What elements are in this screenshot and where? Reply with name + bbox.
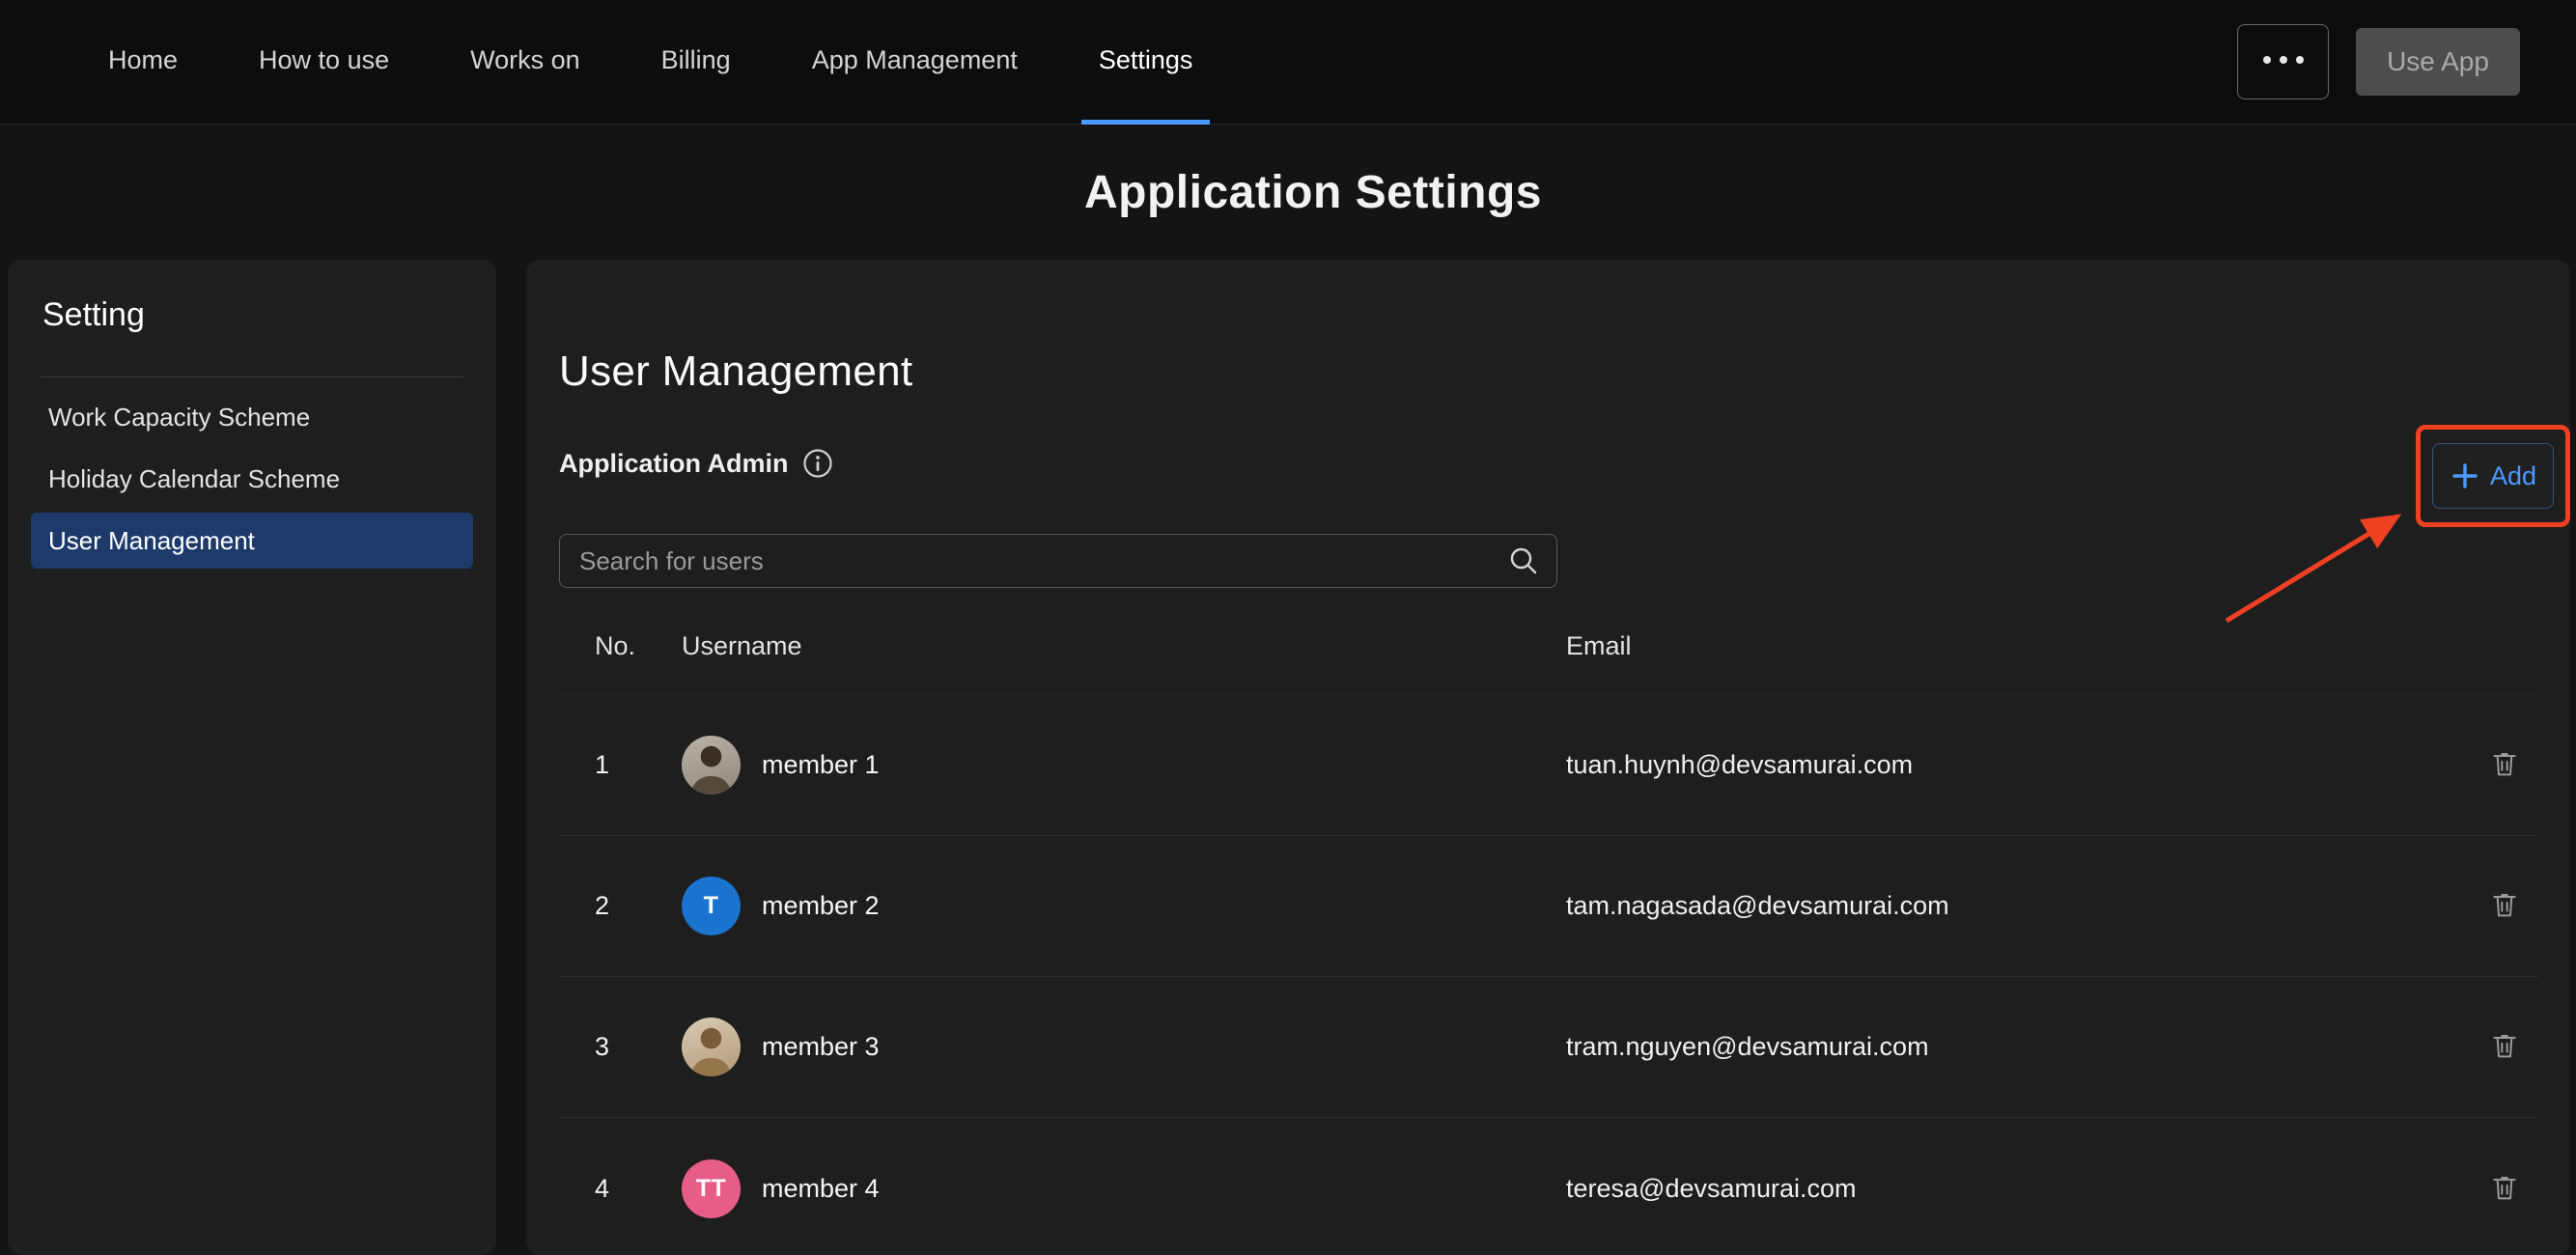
column-header-no: No. bbox=[559, 631, 682, 661]
info-icon[interactable] bbox=[802, 448, 833, 479]
sidebar-divider bbox=[41, 376, 463, 377]
sidebar-item-work-capacity-scheme[interactable]: Work Capacity Scheme bbox=[31, 389, 473, 445]
username: member 3 bbox=[762, 1032, 880, 1062]
nav-item-billing[interactable]: Billing bbox=[644, 0, 748, 125]
avatar: T bbox=[682, 877, 741, 935]
row-number: 2 bbox=[559, 891, 682, 921]
nav-item-home[interactable]: Home bbox=[91, 0, 195, 125]
column-header-email: Email bbox=[1566, 631, 2472, 661]
delete-user-button[interactable] bbox=[2483, 883, 2526, 929]
avatar: TT bbox=[682, 1159, 741, 1218]
plus-icon bbox=[2450, 460, 2480, 491]
table-header-row: No. Username Email bbox=[559, 599, 2537, 695]
delete-user-button[interactable] bbox=[2483, 1166, 2526, 1212]
avatar bbox=[682, 736, 741, 795]
email: tram.nguyen@devsamurai.com bbox=[1566, 1032, 2472, 1062]
nav-item-settings[interactable]: Settings bbox=[1081, 0, 1211, 125]
row-number: 4 bbox=[559, 1174, 682, 1204]
user-management-panel: User Management Application Admin Add bbox=[526, 260, 2570, 1255]
table-row: 2 T member 2 tam.nagasada@devsamurai.com bbox=[559, 836, 2537, 977]
sidebar-item-user-management[interactable]: User Management bbox=[31, 513, 473, 569]
table-row: 4 TT member 4 teresa@devsamurai.com bbox=[559, 1118, 2537, 1255]
add-button[interactable]: Add bbox=[2432, 443, 2554, 509]
nav-item-how-to-use[interactable]: How to use bbox=[241, 0, 406, 125]
nav-right-actions: Use App bbox=[2237, 0, 2576, 124]
section-label-application-admin: Application Admin bbox=[559, 449, 789, 479]
email: tam.nagasada@devsamurai.com bbox=[1566, 891, 2472, 921]
nav-item-works-on[interactable]: Works on bbox=[453, 0, 598, 125]
table-row: 1 member 1 tuan.huynh@devsamurai.com bbox=[559, 695, 2537, 836]
column-header-username: Username bbox=[682, 631, 1566, 661]
admin-users-table: No. Username Email 1 member 1 tuan.huynh… bbox=[559, 599, 2537, 1255]
avatar bbox=[682, 1018, 741, 1076]
more-options-button[interactable] bbox=[2237, 24, 2329, 99]
top-navigation: Home How to use Works on Billing App Man… bbox=[0, 0, 2576, 125]
use-app-button[interactable]: Use App bbox=[2356, 28, 2520, 96]
username: member 2 bbox=[762, 891, 880, 921]
settings-sidebar: Setting Work Capacity Scheme Holiday Cal… bbox=[8, 260, 496, 1255]
row-number: 1 bbox=[559, 750, 682, 780]
ellipsis-icon bbox=[2261, 53, 2306, 70]
username: member 1 bbox=[762, 750, 880, 780]
email: tuan.huynh@devsamurai.com bbox=[1566, 750, 2472, 780]
email: teresa@devsamurai.com bbox=[1566, 1174, 2472, 1204]
panel-heading: User Management bbox=[559, 347, 2570, 397]
page-title: Application Settings bbox=[0, 166, 2576, 219]
nav-item-app-management[interactable]: App Management bbox=[795, 0, 1035, 125]
search-input[interactable] bbox=[559, 534, 1557, 588]
sidebar-title: Setting bbox=[31, 296, 473, 334]
row-number: 3 bbox=[559, 1032, 682, 1062]
sidebar-item-holiday-calendar-scheme[interactable]: Holiday Calendar Scheme bbox=[31, 451, 473, 507]
search-icon[interactable] bbox=[1507, 544, 1540, 582]
delete-user-button[interactable] bbox=[2483, 1024, 2526, 1070]
delete-user-button[interactable] bbox=[2483, 742, 2526, 788]
add-button-label: Add bbox=[2490, 461, 2536, 491]
table-row: 3 member 3 tram.nguyen@devsamurai.com bbox=[559, 977, 2537, 1118]
username: member 4 bbox=[762, 1174, 880, 1204]
